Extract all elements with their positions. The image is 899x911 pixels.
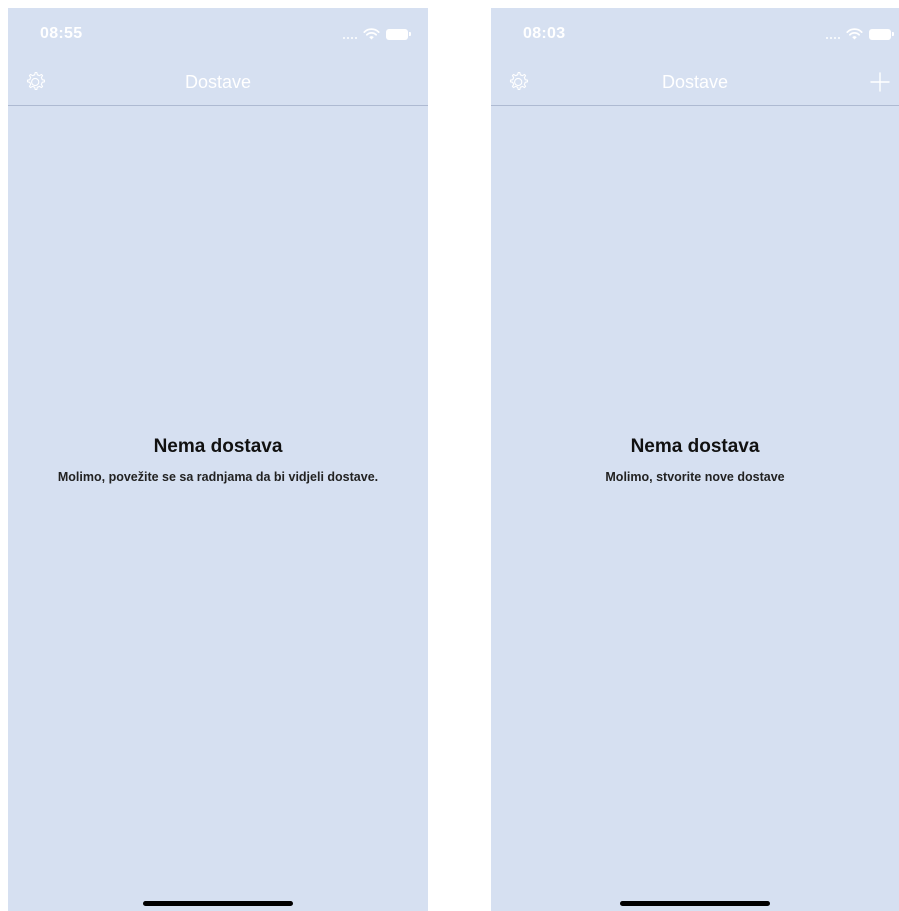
phone-screen-left: 08:55 Dostave Nema dostava Molimo, povež… — [8, 8, 428, 911]
battery-icon — [386, 28, 411, 40]
plus-icon — [870, 72, 890, 92]
wifi-icon — [363, 28, 380, 40]
status-time: 08:55 — [40, 25, 83, 42]
empty-state-title: Nema dostava — [630, 436, 760, 457]
home-indicator[interactable] — [620, 901, 770, 906]
empty-state-subtitle: Molimo, stvorite nove dostave — [605, 470, 785, 484]
status-bar: 08:55 — [8, 8, 428, 60]
empty-state: Nema dostava Molimo, povežite se sa radn… — [8, 436, 428, 484]
add-delivery-button[interactable] — [869, 71, 891, 93]
navigation-bar: Dostave — [8, 60, 428, 106]
nav-title: Dostave — [184, 72, 252, 92]
status-time: 08:03 — [523, 25, 566, 42]
battery-icon — [869, 28, 894, 40]
status-icons — [826, 28, 894, 40]
empty-state: Nema dostava Molimo, stvorite nove dosta… — [491, 436, 899, 484]
signal-dots — [826, 29, 840, 39]
status-bar: 08:03 — [491, 8, 899, 60]
status-icons — [343, 28, 411, 40]
phone-screen-right: 08:03 Dostave Nema dostava Molimo, stvor… — [491, 8, 899, 911]
nav-title: Dostave — [661, 72, 729, 92]
signal-dots — [343, 29, 357, 39]
empty-state-title: Nema dostava — [153, 436, 283, 457]
empty-state-subtitle: Molimo, povežite se sa radnjama da bi vi… — [57, 470, 379, 484]
wifi-icon — [846, 28, 863, 40]
navigation-bar: Dostave — [491, 60, 899, 106]
home-indicator[interactable] — [143, 901, 293, 906]
